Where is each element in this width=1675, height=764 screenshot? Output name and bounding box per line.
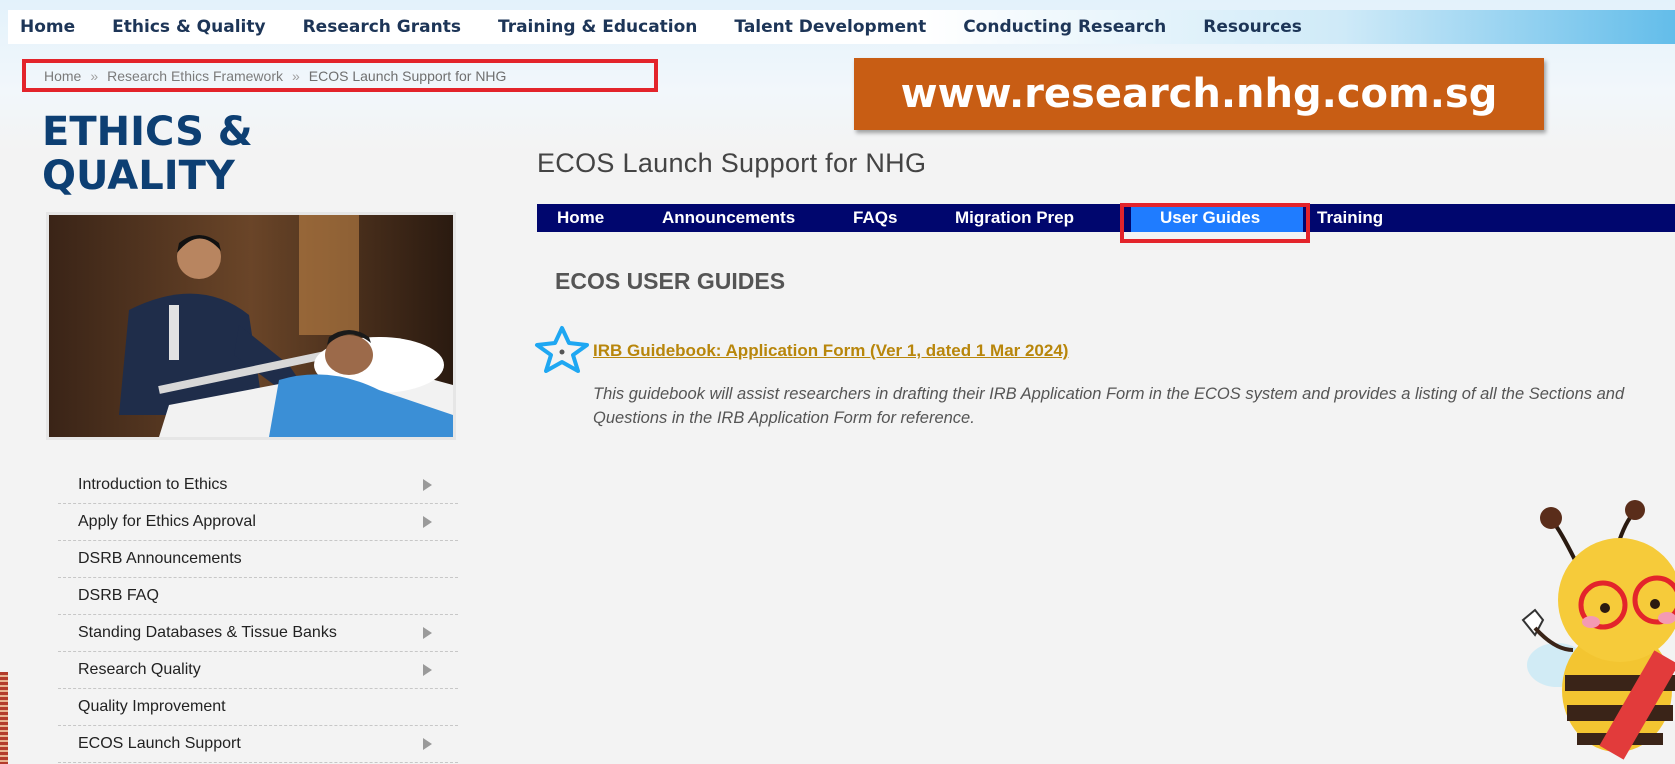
section-title: ETHICS & QUALITY: [42, 109, 253, 199]
arrow-right-icon: [423, 479, 432, 491]
arrow-right-icon: [423, 738, 432, 750]
breadcrumb-research-ethics-link[interactable]: Research Ethics Framework: [107, 68, 283, 84]
top-nav-research-grants[interactable]: Research Grants: [303, 17, 461, 37]
arrow-right-icon: [423, 664, 432, 676]
breadcrumb: Home » Research Ethics Framework » ECOS …: [22, 59, 658, 92]
arrow-right-icon: [423, 627, 432, 639]
sidebar-item-label: Quality Improvement: [78, 698, 226, 715]
breadcrumb-separator: »: [291, 67, 300, 84]
sidebar-item-label: DSRB Announcements: [78, 550, 242, 567]
breadcrumb-separator: »: [90, 67, 99, 84]
sidebar-item-label: Standing Databases & Tissue Banks: [78, 624, 337, 641]
sidebar-item-label: Apply for Ethics Approval: [78, 513, 256, 530]
page-title: ECOS Launch Support for NHG: [537, 148, 927, 178]
irb-guidebook-link[interactable]: IRB Guidebook: Application Form (Ver 1, …: [593, 341, 1068, 361]
top-navigation: Home Ethics & Quality Research Grants Tr…: [8, 10, 1675, 44]
tab-migration-prep[interactable]: Migration Prep: [945, 204, 1131, 232]
screenshot-stage: Home Ethics & Quality Research Grants Tr…: [0, 0, 1675, 764]
sidebar-item-introduction-to-ethics[interactable]: Introduction to Ethics: [58, 467, 458, 504]
sidebar-item-standing-databases[interactable]: Standing Databases & Tissue Banks: [58, 615, 458, 652]
hospital-photo: [46, 212, 456, 440]
sidebar-item-dsrb-faq[interactable]: DSRB FAQ: [58, 578, 458, 615]
top-nav-ethics-quality[interactable]: Ethics & Quality: [112, 17, 265, 37]
tab-faqs[interactable]: FAQs: [847, 204, 945, 232]
arrow-right-icon: [423, 516, 432, 528]
tab-announcements[interactable]: Announcements: [642, 204, 847, 232]
sidebar-item-label: Research Quality: [78, 661, 201, 678]
top-nav-talent-development[interactable]: Talent Development: [734, 17, 926, 37]
bee-mascot-icon: [1521, 500, 1675, 760]
sidebar-item-label: Introduction to Ethics: [78, 476, 228, 493]
left-edge-decoration: [0, 672, 8, 764]
breadcrumb-home-link[interactable]: Home: [44, 68, 81, 84]
breadcrumb-current: ECOS Launch Support for NHG: [308, 67, 507, 84]
guide-description: This guidebook will assist researchers i…: [593, 385, 1625, 427]
sidebar-item-ecos-launch-support[interactable]: ECOS Launch Support: [58, 726, 458, 763]
top-nav-resources[interactable]: Resources: [1203, 17, 1302, 37]
sidebar-item-label: DSRB FAQ: [78, 587, 159, 604]
tab-home[interactable]: Home: [537, 204, 642, 232]
sub-tab-bar: Home Announcements FAQs Migration Prep U…: [537, 204, 1675, 232]
top-nav-conducting-research[interactable]: Conducting Research: [963, 17, 1166, 37]
top-nav-home[interactable]: Home: [20, 17, 75, 37]
sidebar-item-dsrb-announcements[interactable]: DSRB Announcements: [58, 541, 458, 578]
tab-training[interactable]: Training: [1303, 204, 1383, 232]
sidebar-item-research-quality[interactable]: Research Quality: [58, 652, 458, 689]
top-nav-training-education[interactable]: Training & Education: [498, 17, 697, 37]
sidebar-menu: Introduction to Ethics Apply for Ethics …: [58, 467, 458, 763]
url-banner: www.research.nhg.com.sg: [854, 58, 1544, 130]
user-guides-heading: ECOS USER GUIDES: [555, 268, 786, 294]
sidebar-item-apply-for-ethics-approval[interactable]: Apply for Ethics Approval: [58, 504, 458, 541]
tab-highlight-box: [1120, 203, 1310, 243]
sidebar-item-label: ECOS Launch Support: [78, 735, 241, 752]
star-icon: [535, 326, 589, 373]
sidebar-item-quality-improvement[interactable]: Quality Improvement: [58, 689, 458, 726]
